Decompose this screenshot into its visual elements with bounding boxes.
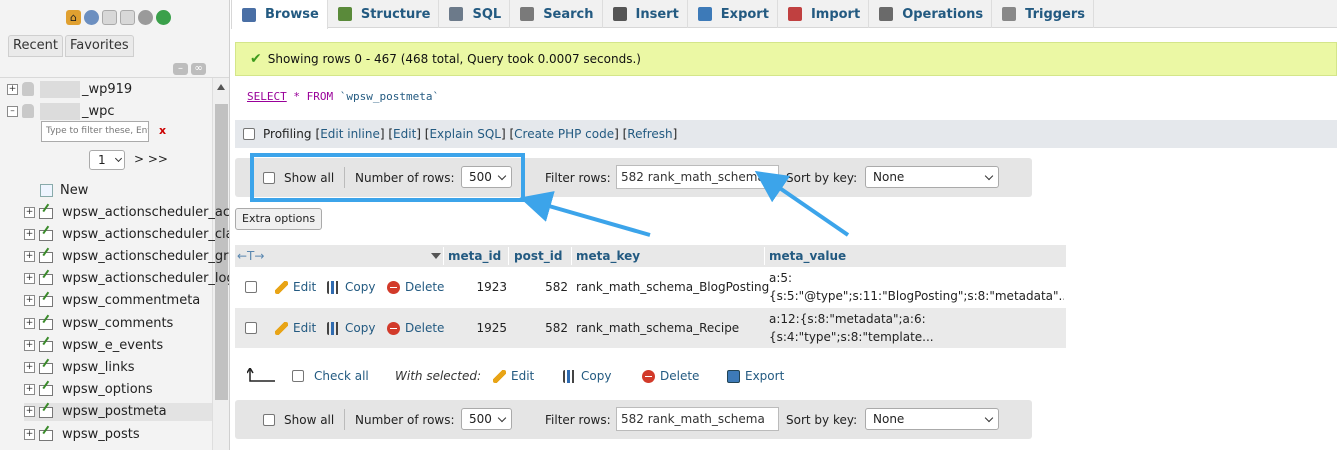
expand-icon[interactable]: + — [24, 428, 35, 440]
sidebar-table-item[interactable]: + wpsw_commentmeta — [24, 292, 200, 310]
help-icon[interactable] — [102, 10, 117, 25]
chevron-down-icon — [115, 154, 123, 163]
home-icon[interactable]: ⌂ — [66, 10, 81, 25]
database-name[interactable]: _wp919 — [82, 82, 132, 97]
table-icon — [39, 428, 54, 441]
table-filter-input[interactable]: Type to filter these, Enter — [41, 121, 149, 142]
new-table-icon — [40, 183, 53, 197]
sidebar-table-label[interactable]: wpsw_actionscheduler_log — [62, 271, 229, 286]
redacted-db-name — [40, 102, 80, 120]
sidebar-table-label[interactable]: wpsw_posts — [62, 427, 140, 442]
sidebar-table-item[interactable]: + wpsw_actionscheduler_ac — [24, 203, 229, 221]
table-icon — [39, 361, 54, 374]
database-item[interactable]: – _wpc — [7, 102, 115, 120]
table-icon — [39, 250, 54, 263]
expand-icon[interactable]: + — [24, 250, 35, 262]
sidebar-table-item[interactable]: + wpsw_e_events — [24, 336, 163, 354]
database-name[interactable]: _wpc — [82, 104, 115, 119]
expand-icon[interactable]: + — [24, 339, 35, 351]
sidebar-divider — [0, 77, 229, 78]
annotation-arrow-rows — [519, 191, 651, 237]
expand-icon[interactable]: + — [7, 83, 18, 95]
expand-icon[interactable]: + — [24, 206, 35, 218]
new-table-label[interactable]: New — [60, 183, 88, 198]
sidebar-table-label[interactable]: wpsw_e_events — [62, 338, 163, 353]
expand-icon[interactable]: + — [24, 406, 35, 418]
main-content: Browse Structure SQL Search Insert Export Impo… — [231, 0, 1337, 450]
new-table-item[interactable]: New — [40, 181, 88, 199]
expand-icon[interactable]: + — [24, 273, 35, 285]
expand-icon[interactable]: + — [24, 317, 35, 329]
annotation-arrows — [519, 170, 850, 237]
recent-tab[interactable]: Recent — [8, 35, 63, 57]
sidebar-table-item[interactable]: + wpsw_actionscheduler_log — [24, 270, 229, 288]
expand-icon[interactable]: + — [24, 228, 35, 240]
sidebar-table-label[interactable]: wpsw_links — [62, 360, 135, 375]
reload-icon[interactable] — [156, 10, 171, 25]
sidebar-table-label[interactable]: wpsw_commentmeta — [62, 293, 200, 308]
favorites-tab[interactable]: Favorites — [64, 35, 134, 57]
table-icon — [39, 339, 54, 352]
link-with-main-icon[interactable]: ∞ — [191, 63, 206, 75]
sidebar-table-label[interactable]: wpsw_options — [62, 382, 153, 397]
expand-icon[interactable]: + — [24, 384, 35, 396]
table-icon — [39, 272, 54, 286]
sidebar-table-item[interactable]: + wpsw_links — [24, 358, 135, 376]
next-page-link[interactable]: > >> — [134, 152, 168, 166]
page-select[interactable]: 1 — [89, 150, 125, 170]
annotation-arrow-filter — [754, 170, 850, 237]
scroll-up-arrow-icon[interactable] — [217, 84, 225, 90]
settings-gear-icon[interactable] — [138, 10, 153, 25]
docs-icon[interactable] — [120, 10, 135, 25]
logout-icon[interactable] — [84, 10, 99, 25]
database-icon — [22, 104, 34, 118]
sidebar-table-label[interactable]: wpsw_actionscheduler_cla — [62, 227, 229, 242]
table-icon — [39, 317, 54, 330]
page-select-value: 1 — [98, 153, 106, 167]
collapse-icon[interactable]: – — [7, 105, 18, 117]
sidebar-table-item[interactable]: + wpsw_actionscheduler_gro — [24, 247, 229, 265]
sidebar-table-item[interactable]: + wpsw_options — [24, 381, 153, 399]
sidebar-table-item[interactable]: + wpsw_posts — [24, 425, 140, 443]
database-item[interactable]: + _wp919 — [7, 80, 132, 98]
table-icon — [39, 206, 54, 219]
sidebar-quick-icons: ⌂ — [66, 10, 171, 25]
sidebar-table-label[interactable]: wpsw_postmeta — [62, 404, 167, 419]
collapse-all-icon[interactable]: – — [173, 63, 188, 75]
sidebar-table-label[interactable]: wpsw_actionscheduler_gro — [62, 249, 229, 264]
clear-filter-icon[interactable]: x — [159, 124, 166, 137]
database-icon — [22, 82, 34, 96]
expand-icon[interactable]: + — [24, 295, 35, 307]
table-icon — [39, 405, 54, 419]
sidebar-table-item[interactable]: + wpsw_actionscheduler_cla — [24, 225, 229, 243]
sidebar-table-label[interactable]: wpsw_comments — [62, 316, 173, 331]
expand-icon[interactable]: + — [24, 361, 35, 373]
table-icon — [39, 228, 54, 241]
sidebar-table-item[interactable]: + wpsw_postmeta — [24, 402, 212, 421]
sidebar-table-label[interactable]: wpsw_actionscheduler_ac — [62, 205, 229, 220]
table-icon — [39, 383, 54, 397]
sidebar-table-item[interactable]: + wpsw_comments — [24, 314, 173, 332]
navigation-sidebar: ⌂ Recent Favorites – ∞ + _wp919 – _wpc T… — [0, 0, 230, 450]
redacted-db-name — [40, 80, 80, 98]
table-icon — [39, 294, 54, 308]
